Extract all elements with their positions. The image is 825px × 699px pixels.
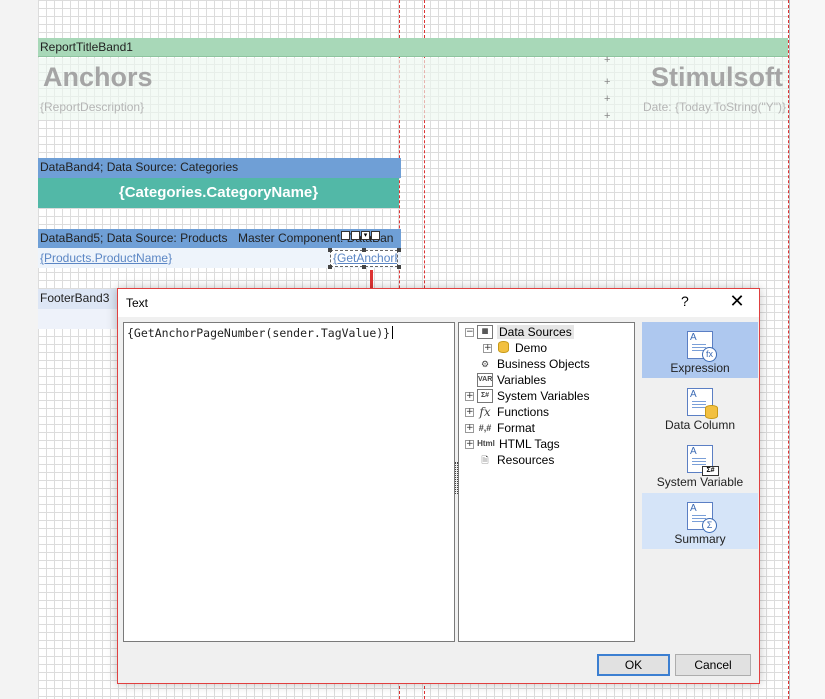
expand-icon[interactable]: + — [465, 439, 474, 449]
system-variables-icon: Σ# — [477, 389, 493, 403]
expand-icon[interactable]: + — [465, 391, 474, 401]
page-right-margin — [789, 0, 825, 699]
expression-button[interactable]: Afx Expression — [642, 322, 758, 378]
expand-icon[interactable]: + — [465, 407, 474, 417]
insert-type-panel[interactable]: Afx Expression A Data Column A Σ# System … — [642, 322, 758, 642]
tree-item-label: HTML Tags — [499, 437, 560, 451]
expression-editor[interactable]: {GetAnchorPageNumber(sender.TagValue)} — [123, 322, 455, 642]
resize-handle[interactable] — [328, 265, 332, 269]
data-column-label: Data Column — [664, 418, 736, 432]
data-column-icon: A — [687, 388, 718, 419]
report-description-text[interactable]: {ReportDescription} — [40, 100, 144, 114]
crosshair-marker: + — [604, 110, 611, 122]
resources-icon: 🗎 — [481, 455, 489, 465]
footer-band-header[interactable]: FooterBand3 — [38, 289, 118, 309]
resize-handle[interactable] — [328, 248, 332, 252]
band-toolbar[interactable]: ▾ — [341, 231, 380, 240]
dialog-titlebar[interactable]: Text ? ✕ — [118, 289, 759, 317]
tree-item-resources[interactable]: 🗎 Resources — [465, 452, 554, 468]
anchor-link-marker — [370, 270, 373, 288]
tree-item-variables[interactable]: VAR Variables — [465, 372, 546, 388]
tree-item-label: Business Objects — [497, 357, 590, 371]
dictionary-tree[interactable]: − ▦ Data Sources + Demo ⚙ Business Objec… — [458, 322, 635, 642]
date-expression-text[interactable]: Date: {Today.ToString("Y")} — [643, 100, 786, 114]
resize-handle[interactable] — [362, 265, 366, 269]
tree-item-label: Variables — [497, 373, 547, 387]
system-variable-icon: A Σ# — [687, 445, 719, 476]
resize-handle[interactable] — [362, 248, 366, 252]
summary-icon: AΣ — [687, 502, 717, 533]
summary-button[interactable]: AΣ Summary — [642, 493, 758, 549]
expression-icon: Afx — [687, 331, 717, 362]
crosshair-marker: + — [604, 76, 611, 88]
data-column-button[interactable]: A Data Column — [642, 379, 758, 435]
band-sort-icon[interactable] — [341, 231, 350, 240]
text-editor-dialog[interactable]: Text ? ✕ {GetAnchorPageNumber(sender.Tag… — [117, 288, 760, 684]
help-button[interactable]: ? — [681, 293, 689, 309]
tree-item-functions[interactable]: + fx Functions — [465, 404, 549, 420]
crosshair-marker: + — [604, 54, 611, 66]
resize-handle[interactable] — [397, 248, 401, 252]
summary-label: Summary — [674, 532, 726, 546]
tree-item-label: Resources — [497, 453, 555, 467]
band-collapse-icon[interactable]: ▾ — [361, 231, 370, 240]
band-menu-icon[interactable] — [371, 231, 380, 240]
format-icon: #,# — [478, 423, 492, 433]
tree-item-label: System Variables — [497, 389, 590, 403]
expression-label: Expression — [670, 361, 730, 375]
tree-item-label: Functions — [497, 405, 550, 419]
resize-handle[interactable] — [397, 265, 401, 269]
expand-icon[interactable]: + — [465, 423, 474, 433]
tree-item-label: Demo — [515, 341, 548, 355]
footer-band[interactable] — [38, 309, 118, 329]
system-variable-label: System Variable — [656, 475, 744, 489]
band-filter-icon[interactable] — [351, 231, 360, 240]
tree-item-demo[interactable]: + Demo — [483, 340, 547, 356]
databand4-header[interactable]: DataBand4; Data Source: Categories — [38, 158, 401, 178]
collapse-icon[interactable]: − — [465, 327, 474, 337]
close-icon[interactable]: ✕ — [728, 291, 746, 312]
expand-icon[interactable]: + — [483, 343, 492, 353]
tree-item-label: Data Sources — [497, 325, 574, 339]
tree-item-html-tags[interactable]: + Html HTML Tags — [465, 436, 560, 452]
table-icon: ▦ — [477, 325, 493, 339]
business-objects-icon: ⚙ — [480, 359, 490, 369]
report-title-text[interactable]: Anchors — [43, 62, 153, 93]
ok-button[interactable]: OK — [597, 654, 670, 676]
functions-icon: fx — [479, 405, 491, 419]
page-border-line — [788, 0, 789, 699]
company-title-text[interactable]: Stimulsoft — [651, 62, 783, 93]
cancel-button[interactable]: Cancel — [675, 654, 751, 676]
product-name-field[interactable]: {Products.ProductName} — [40, 251, 172, 265]
report-title-band-header[interactable]: ReportTitleBand1 — [38, 38, 788, 57]
dialog-title: Text — [126, 296, 149, 310]
category-name-field[interactable]: {Categories.CategoryName} — [38, 178, 399, 208]
variables-icon: VAR — [477, 373, 493, 387]
tree-item-label: Format — [497, 421, 536, 435]
tree-item-business-objects[interactable]: ⚙ Business Objects — [465, 356, 590, 372]
tree-item-format[interactable]: + #,# Format — [465, 420, 535, 436]
system-variable-button[interactable]: A Σ# System Variable — [642, 436, 758, 492]
tree-item-system-variables[interactable]: + Σ# System Variables — [465, 388, 589, 404]
expression-text: {GetAnchorPageNumber(sender.TagValue)} — [127, 326, 391, 340]
crosshair-marker: + — [604, 93, 611, 105]
database-icon — [495, 341, 511, 355]
text-caret — [392, 326, 394, 339]
tree-item-data-sources[interactable]: − ▦ Data Sources — [465, 324, 574, 340]
html-icon: Html — [477, 439, 495, 448]
